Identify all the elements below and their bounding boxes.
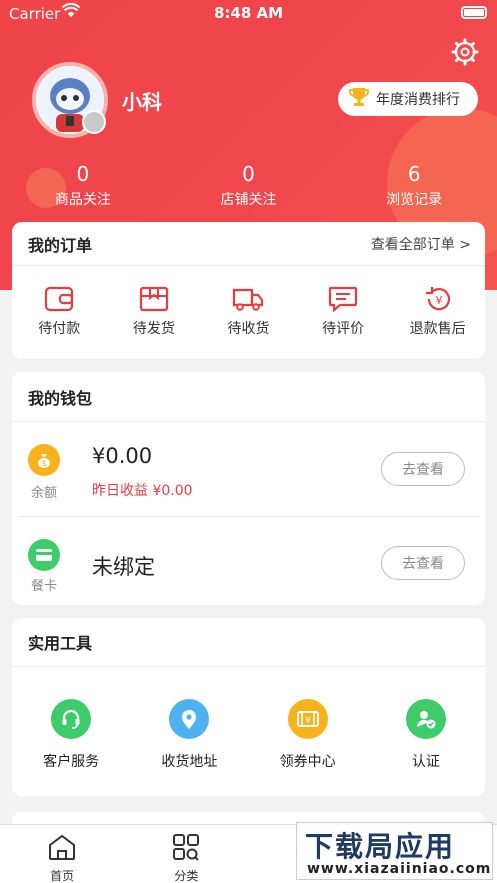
order-pending-review[interactable]: 待评价 [296, 286, 391, 338]
category-icon [173, 834, 200, 861]
svg-text:¥: ¥ [305, 716, 311, 726]
card-icon [28, 539, 60, 571]
stat-label: 浏览记录 [386, 192, 443, 208]
order-label: 待付款 [38, 321, 81, 337]
annual-spending-rank-button[interactable]: 年度消费排行 [338, 82, 478, 116]
stat-value: 0 [76, 162, 90, 186]
location-icon [169, 699, 210, 739]
coupon-icon: ¥ [287, 699, 328, 739]
status-time: 8:48 AM [213, 4, 284, 22]
site-watermark: 下载局应用 www.xiazaiiniao.com [296, 822, 493, 880]
balance-row: $ 余额 ¥0.00 昨日收益 ¥0.00 去查看 [12, 422, 485, 516]
tools-title: 实用工具 [28, 634, 93, 653]
tab-label: 分类 [174, 869, 199, 883]
order-pending-shipment[interactable]: 待发货 [107, 286, 202, 338]
stat-label: 店铺关注 [220, 192, 277, 208]
meal-card-icon-label: 餐卡 [30, 579, 57, 594]
battery-icon [461, 6, 487, 19]
stat-value: 0 [242, 162, 255, 186]
wallet-icon [45, 286, 74, 312]
meal-card-row: 餐卡 未绑定 去查看 [18, 516, 479, 605]
rank-button-label: 年度消费排行 [376, 92, 460, 108]
tab-category[interactable]: 分类 [124, 825, 248, 883]
view-all-orders-link[interactable]: 查看全部订单 > [371, 234, 471, 254]
stats-row: 0 商品关注 0 店铺关注 6 浏览记录 [0, 162, 497, 209]
refund-icon: ¥ [425, 287, 450, 311]
meal-card-status: 未绑定 [92, 555, 155, 579]
tools-card-header: 实用工具 [12, 618, 485, 667]
tools-card: 实用工具 客户服务 收货地址 ¥ 领券中心 认证 [12, 618, 485, 796]
order-label: 待评价 [322, 321, 365, 337]
order-label: 待发货 [132, 321, 175, 337]
orders-card: 我的订单 查看全部订单 > 待付款 待发货 待收货 待评价 ¥ 退款售后 [12, 222, 485, 359]
balance-icon-label: 余额 [30, 486, 57, 501]
watermark-url: www.xiazaiiniao.com [307, 861, 492, 877]
comment-icon [328, 286, 358, 312]
verified-user-icon [405, 699, 446, 739]
settings-gear-icon[interactable] [451, 38, 479, 70]
tool-label: 客户服务 [43, 754, 100, 770]
trophy-icon [348, 86, 370, 112]
tool-customer-service[interactable]: 客户服务 [12, 699, 130, 771]
username: 小科 [122, 90, 162, 114]
orders-card-header: 我的订单 查看全部订单 > [12, 222, 485, 266]
balance-view-button[interactable]: 去查看 [381, 452, 465, 486]
order-pending-receipt[interactable]: 待收货 [201, 286, 296, 338]
balance-amount: ¥0.00 [92, 444, 153, 468]
svg-text:¥: ¥ [435, 294, 442, 307]
status-bar: Carrier 8:48 AM [0, 0, 497, 26]
home-icon [49, 834, 76, 860]
stat-value: 6 [407, 162, 421, 186]
tool-coupon-center[interactable]: ¥ 领券中心 [249, 699, 367, 771]
stat-browse-history[interactable]: 6 浏览记录 [331, 162, 497, 209]
tools-row: 客户服务 收货地址 ¥ 领券中心 认证 [12, 667, 485, 771]
watermark-title: 下载局应用 [305, 830, 456, 863]
headset-icon [51, 699, 92, 739]
tab-home[interactable]: 首页 [0, 825, 124, 883]
tool-label: 收货地址 [161, 754, 218, 770]
stat-store-follows[interactable]: 0 店铺关注 [166, 162, 332, 209]
truck-icon [233, 288, 264, 311]
order-label: 退款售后 [409, 321, 466, 337]
stat-product-follows[interactable]: 0 商品关注 [0, 162, 166, 209]
wallet-title: 我的钱包 [28, 388, 93, 408]
tab-label: 首页 [50, 869, 75, 883]
wallet-card-header: 我的钱包 [12, 372, 485, 422]
order-label: 待收货 [227, 321, 270, 337]
order-status-row: 待付款 待发货 待收货 待评价 ¥ 退款售后 [12, 266, 485, 358]
package-icon [139, 286, 168, 312]
tool-label: 认证 [411, 754, 440, 770]
tool-label: 领券中心 [279, 754, 336, 770]
tool-shipping-address[interactable]: 收货地址 [130, 699, 248, 771]
tool-verification[interactable]: 认证 [367, 699, 485, 771]
stat-label: 商品关注 [54, 192, 111, 208]
order-refund-aftersale[interactable]: ¥ 退款售后 [390, 286, 485, 338]
yesterday-earnings: 昨日收益 ¥0.00 [92, 483, 193, 499]
avatar-level-badge [82, 110, 106, 134]
money-bag-icon: $ [28, 444, 60, 476]
order-pending-payment[interactable]: 待付款 [12, 286, 107, 338]
meal-card-view-button[interactable]: 去查看 [381, 546, 465, 580]
wallet-card: 我的钱包 $ 余额 ¥0.00 昨日收益 ¥0.00 去查看 餐卡 未绑定 去查… [12, 372, 485, 605]
orders-title: 我的订单 [28, 235, 93, 255]
svg-text:$: $ [41, 459, 46, 468]
